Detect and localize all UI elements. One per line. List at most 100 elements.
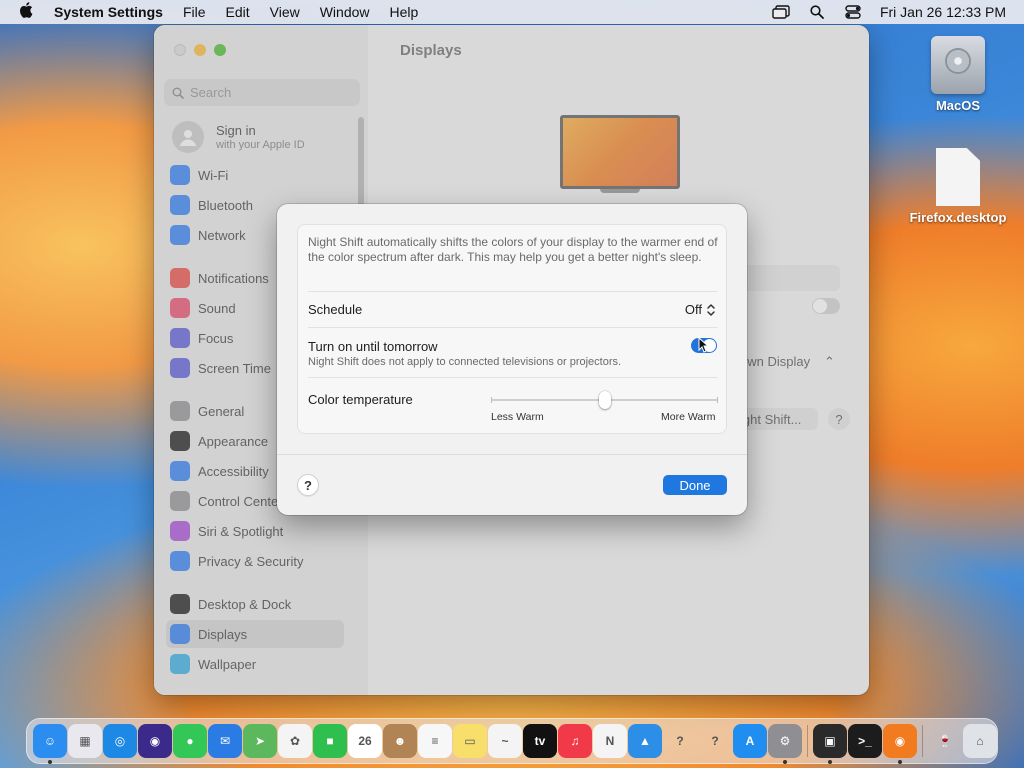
divider: [277, 454, 747, 455]
safari-icon[interactable]: ◎: [103, 724, 137, 758]
slider-tick: [491, 397, 492, 403]
dock-glyph: ≡: [431, 734, 439, 748]
trash-icon[interactable]: ⌂: [963, 724, 997, 758]
apple-tv-icon[interactable]: tv: [523, 724, 557, 758]
running-indicator: [783, 760, 787, 764]
turn-on-label: Turn on until tomorrow: [308, 339, 438, 354]
music-icon[interactable]: ♫: [558, 724, 592, 758]
dock-glyph: ➤: [254, 734, 266, 748]
night-shift-description: Night Shift automatically shifts the col…: [308, 235, 718, 264]
dock-glyph: ■: [326, 734, 334, 748]
notes-icon[interactable]: ▭: [453, 724, 487, 758]
running-indicator: [828, 760, 832, 764]
turn-on-note: Night Shift does not apply to connected …: [308, 356, 622, 368]
divider: [308, 291, 718, 292]
dock-glyph: ♫: [570, 734, 580, 748]
question-icon[interactable]: ?: [663, 724, 697, 758]
desktop-icon-label: Firefox.desktop: [909, 210, 1007, 225]
news-icon[interactable]: N: [593, 724, 627, 758]
freeform-icon[interactable]: ~: [488, 724, 522, 758]
windows-icon[interactable]: [772, 5, 790, 19]
dock-glyph: ~: [501, 734, 509, 748]
desktop-icon-label: MacOS: [935, 98, 981, 113]
more-warm-label: More Warm: [661, 411, 716, 423]
night-shift-sheet: Night Shift automatically shifts the col…: [277, 204, 747, 515]
divider: [308, 327, 718, 328]
question-icon[interactable]: ?: [698, 724, 732, 758]
dock-separator: [807, 725, 808, 757]
menu-app-name[interactable]: System Settings: [52, 4, 173, 20]
facetime-icon[interactable]: ■: [313, 724, 347, 758]
dock-separator: [922, 725, 923, 757]
dock-glyph: ▦: [79, 734, 91, 748]
system-settings-icon[interactable]: ⚙: [768, 724, 802, 764]
menu-clock[interactable]: Fri Jan 26 12:33 PM: [880, 4, 1006, 20]
keynote-icon[interactable]: ▲: [628, 724, 662, 758]
messages-icon[interactable]: ●: [173, 724, 207, 758]
dock-glyph: ✉: [219, 734, 231, 748]
menu-view[interactable]: View: [260, 4, 310, 20]
running-indicator: [898, 760, 902, 764]
less-warm-label: Less Warm: [491, 411, 544, 423]
dock-glyph: 🍷: [937, 734, 953, 748]
finder-icon[interactable]: ☺: [33, 724, 67, 764]
dock-glyph: ⚙: [779, 734, 791, 748]
night-shift-group: Night Shift automatically shifts the col…: [297, 224, 727, 434]
reminders-icon[interactable]: ≡: [418, 724, 452, 758]
file-icon: [936, 148, 980, 206]
dock-glyph: ◉: [894, 734, 906, 748]
firefox-icon[interactable]: ◉: [138, 724, 172, 758]
dock-glyph: A: [745, 734, 755, 748]
dock-glyph: ●: [186, 734, 194, 748]
color-temperature-knob[interactable]: [598, 391, 611, 409]
hard-disk-icon: [931, 36, 985, 94]
desktop-icon-firefox-desktop[interactable]: Firefox.desktop: [903, 148, 1013, 225]
mail-icon[interactable]: ✉: [208, 724, 242, 758]
mouse-cursor-icon: [698, 337, 710, 353]
dock-glyph: ◉: [149, 734, 161, 748]
menu-window[interactable]: Window: [310, 4, 380, 20]
wine-icon[interactable]: 🍷: [928, 724, 962, 758]
desktop-icon-macos[interactable]: MacOS: [903, 36, 1013, 113]
calendar-icon[interactable]: 26: [348, 724, 382, 758]
dock-glyph: ▲: [639, 734, 651, 748]
screenshot-icon[interactable]: ▣: [813, 724, 847, 764]
menu-edit[interactable]: Edit: [216, 4, 260, 20]
photos-icon[interactable]: ✿: [278, 724, 312, 758]
done-button[interactable]: Done: [663, 475, 727, 495]
dock-glyph: ☺: [43, 734, 57, 748]
menu-file[interactable]: File: [173, 4, 216, 20]
dock-glyph: ?: [676, 734, 684, 748]
apple-menu-icon[interactable]: [0, 2, 52, 22]
control-center-icon[interactable]: [844, 5, 862, 19]
schedule-value: Off: [684, 302, 702, 317]
dock-glyph: ?: [711, 734, 719, 748]
dock-glyph: ☻: [393, 734, 407, 748]
menu-help[interactable]: Help: [380, 4, 429, 20]
dock-glyph: tv: [534, 734, 546, 748]
divider: [308, 377, 718, 378]
schedule-popup[interactable]: Off: [685, 302, 716, 317]
dock: ☺ ▦ ◎ ◉ ● ✉ ➤ ✿ ■ 26 ☻ ≡ ▭ ~ tv ♫ N ▲?? A ⚙ ▣ >_ ◉ 🍷 ⌂: [26, 718, 998, 764]
terminal-icon[interactable]: >_: [848, 724, 882, 758]
app-store-icon[interactable]: A: [733, 724, 767, 758]
dock-glyph: >_: [858, 734, 872, 748]
contacts-icon[interactable]: ☻: [383, 724, 417, 758]
spotlight-search-icon[interactable]: [808, 5, 826, 19]
dock-glyph: N: [605, 734, 615, 748]
dock-glyph: ⌂: [976, 734, 984, 748]
dock-glyph: ✿: [289, 734, 301, 748]
dock-glyph: ▭: [464, 734, 476, 748]
dock-glyph: ◎: [114, 734, 126, 748]
color-temperature-label: Color temperature: [308, 392, 413, 407]
slider-tick: [717, 397, 718, 403]
launchpad-icon[interactable]: ▦: [68, 724, 102, 758]
dock-glyph: 26: [358, 734, 372, 748]
running-indicator: [48, 760, 52, 764]
firefox-icon[interactable]: ◉: [883, 724, 917, 764]
help-button[interactable]: ?: [297, 474, 319, 496]
maps-icon[interactable]: ➤: [243, 724, 277, 758]
menu-bar: System Settings File Edit View Window He…: [0, 0, 1024, 24]
schedule-label: Schedule: [308, 302, 363, 317]
dock-glyph: ▣: [824, 734, 836, 748]
